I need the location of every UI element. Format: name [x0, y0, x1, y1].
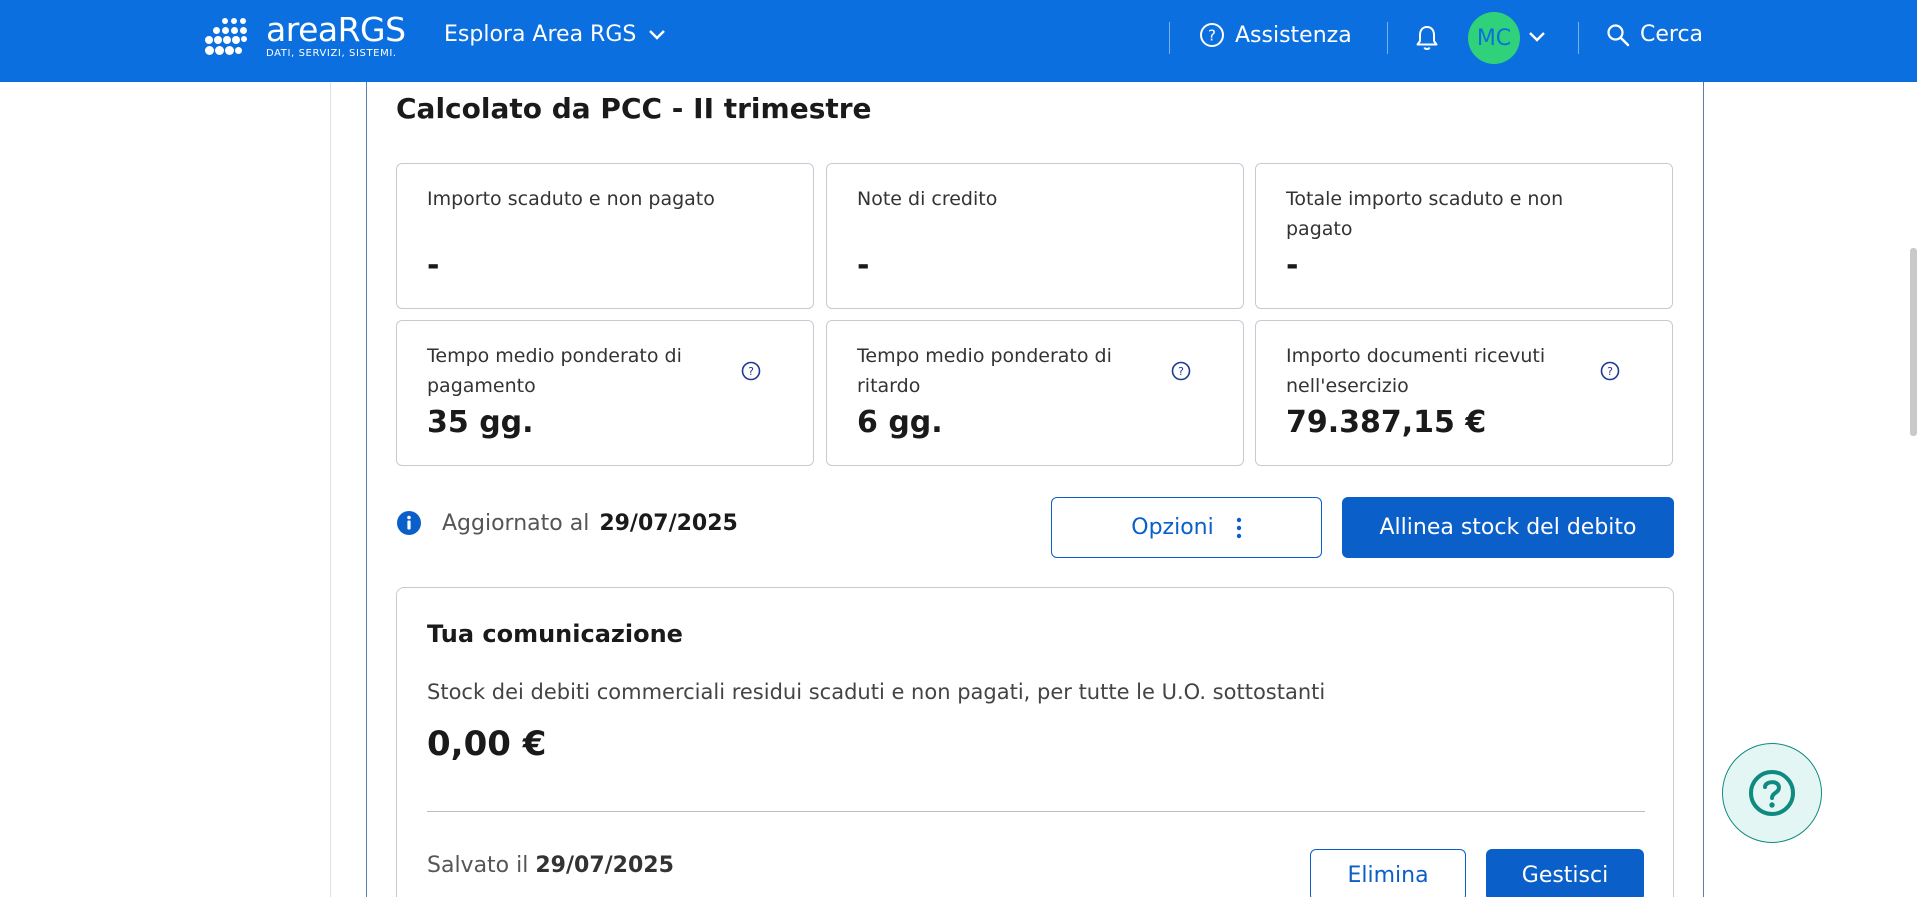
- search-button[interactable]: Cerca: [1606, 22, 1703, 47]
- last-updated-label: Aggiornato al: [442, 510, 590, 536]
- kpi-card-value: 35 gg.: [427, 405, 534, 440]
- top-navigation-bar: areaRGS DATI, SERVIZI, SISTEMI. Esplora …: [0, 0, 1917, 82]
- saved-info: Salvato il 29/07/2025: [427, 853, 674, 878]
- options-button-label: Opzioni: [1131, 515, 1214, 540]
- kpi-card-label: Importo scaduto e non pagato: [427, 188, 715, 210]
- saved-label: Salvato il: [427, 853, 529, 878]
- kpi-card-value: 6 gg.: [857, 405, 943, 440]
- user-avatar[interactable]: MC: [1468, 12, 1520, 64]
- last-updated-date: 29/07/2025: [599, 510, 738, 536]
- kpi-card-value: -: [1286, 248, 1299, 283]
- nav-separator: [1578, 22, 1579, 54]
- divider: [427, 811, 1645, 812]
- question-circle-icon[interactable]: ?: [1600, 361, 1620, 381]
- svg-text:?: ?: [1178, 365, 1184, 378]
- kpi-card-value: -: [857, 248, 870, 283]
- arearegs-logo[interactable]: areaRGS DATI, SERVIZI, SISTEMI.: [205, 10, 415, 62]
- kpi-card-value: -: [427, 248, 440, 283]
- kpi-card-avg-delay-time: Tempo medio ponderato di ritardo 6 gg. ?: [826, 320, 1244, 466]
- last-updated: Aggiornato al 29/07/2025: [396, 510, 738, 536]
- dot-grid-logo-icon: [205, 18, 247, 60]
- question-circle-icon: [1749, 770, 1795, 816]
- kpi-card-credit-notes: Note di credito -: [826, 163, 1244, 309]
- scrollbar-thumb[interactable]: [1910, 248, 1917, 436]
- search-label: Cerca: [1640, 22, 1704, 47]
- kpi-card-label: Totale importo scaduto e non pagato: [1286, 188, 1564, 240]
- explore-menu-label: Esplora Area RGS: [444, 22, 637, 47]
- kpi-card-overdue-amount: Importo scaduto e non pagato -: [396, 163, 814, 309]
- section-title: Calcolato da PCC - II trimestre: [396, 92, 872, 125]
- options-button[interactable]: Opzioni: [1051, 497, 1322, 558]
- user-menu-chevron-down-icon[interactable]: [1528, 28, 1546, 47]
- communication-description: Stock dei debiti commerciali residui sca…: [427, 680, 1326, 704]
- sidebar-divider: [330, 82, 331, 897]
- logo-subtitle: DATI, SERVIZI, SISTEMI.: [266, 48, 397, 59]
- kpi-card-documents-received: Importo documenti ricevuti nell'esercizi…: [1255, 320, 1673, 466]
- notifications-button[interactable]: [1415, 24, 1439, 56]
- svg-text:?: ?: [1607, 365, 1613, 378]
- kpi-card-value: 79.387,15 €: [1286, 405, 1487, 440]
- assistance-link[interactable]: ? Assistenza: [1199, 22, 1352, 48]
- explore-menu-button[interactable]: Esplora Area RGS: [444, 22, 666, 47]
- communication-title: Tua comunicazione: [427, 620, 683, 648]
- kpi-card-total-overdue: Totale importo scaduto e non pagato -: [1255, 163, 1673, 309]
- help-chat-button[interactable]: [1722, 743, 1822, 843]
- question-circle-icon: ?: [1200, 23, 1224, 47]
- communication-card: Tua comunicazione Stock dei debiti comme…: [396, 587, 1674, 897]
- kpi-card-label: Importo documenti ricevuti nell'esercizi…: [1286, 345, 1546, 397]
- manage-button[interactable]: Gestisci: [1486, 849, 1644, 897]
- kpi-card-avg-payment-time: Tempo medio ponderato di pagamento 35 gg…: [396, 320, 814, 466]
- kpi-card-label: Tempo medio ponderato di pagamento: [427, 345, 682, 397]
- more-vertical-icon: [1236, 517, 1241, 538]
- info-circle-icon: [397, 511, 421, 535]
- communication-value: 0,00 €: [427, 724, 547, 764]
- kpi-card-label: Tempo medio ponderato di ritardo: [857, 345, 1112, 397]
- delete-button[interactable]: Elimina: [1310, 849, 1466, 897]
- align-debt-stock-button[interactable]: Allinea stock del debito: [1342, 497, 1674, 558]
- nav-separator: [1387, 22, 1388, 54]
- chevron-down-icon: [649, 29, 666, 40]
- kpi-card-label: Note di credito: [857, 188, 998, 210]
- saved-date: 29/07/2025: [535, 853, 674, 878]
- svg-text:?: ?: [748, 365, 754, 378]
- question-circle-icon[interactable]: ?: [741, 361, 761, 381]
- logo-title: areaRGS: [266, 10, 406, 49]
- nav-separator: [1169, 22, 1170, 54]
- svg-text:?: ?: [1208, 27, 1216, 45]
- search-icon: [1607, 23, 1630, 46]
- question-circle-icon[interactable]: ?: [1171, 361, 1191, 381]
- assistance-label: Assistenza: [1235, 22, 1352, 48]
- bell-icon: [1416, 26, 1438, 50]
